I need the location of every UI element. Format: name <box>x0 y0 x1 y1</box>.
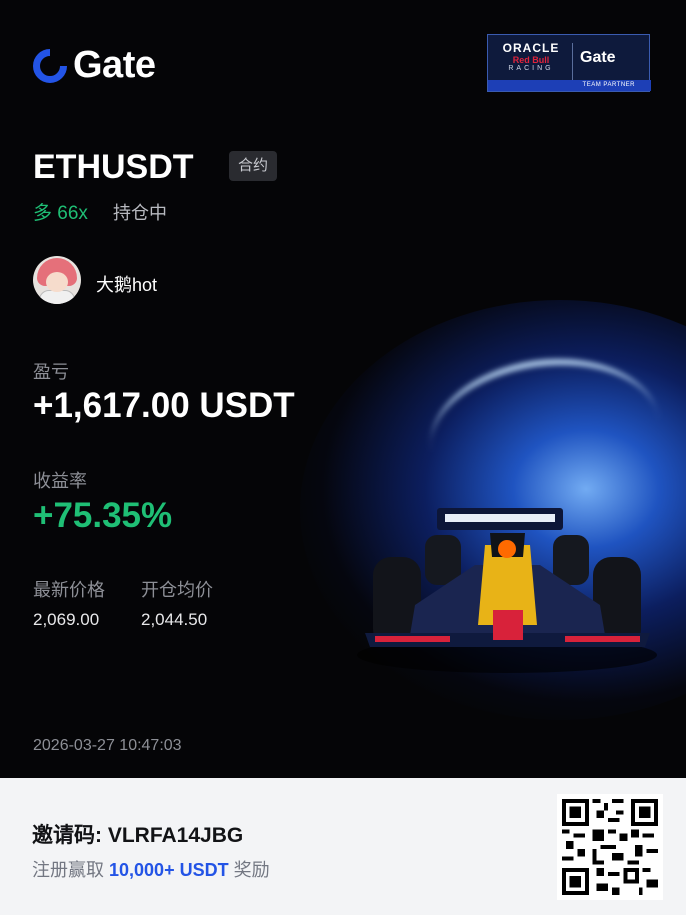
invite-code-line: 邀请码: VLRFA14JBG <box>32 819 243 849</box>
race-car-image <box>357 508 657 673</box>
qr-code-icon <box>562 799 658 895</box>
position-side-leverage: 多 66x <box>33 203 88 224</box>
timestamp: 2026-03-27 10:47:03 <box>33 737 182 754</box>
reward-prefix: 注册赢取 <box>32 860 110 880</box>
gate-logo-icon <box>33 48 67 83</box>
reward-suffix: 奖励 <box>228 860 270 880</box>
trading-pair: ETHUSDT <box>33 148 194 186</box>
contract-tag: 合约 <box>229 151 278 181</box>
partner-divider <box>572 43 573 81</box>
invite-footer: 邀请码: VLRFA14JBG 注册赢取 10,000+ USDT 奖励 <box>0 778 686 915</box>
qr-code[interactable] <box>557 794 663 900</box>
username: 大鹅hot <box>96 275 158 295</box>
partner-redbull-text: Red Bull <box>512 55 550 65</box>
roi-label: 收益率 <box>33 471 87 491</box>
invite-label: 邀请码: <box>32 824 108 847</box>
gate-logo-text: Gate <box>73 44 156 86</box>
partner-footer-text: TEAM PARTNER <box>488 80 651 91</box>
pnl-value: +1,617.00 USDT <box>33 386 295 425</box>
last-price-label: 最新价格 <box>33 580 105 600</box>
entry-price-value: 2,044.50 <box>141 610 208 629</box>
roi-value: +75.35% <box>33 496 173 535</box>
gate-logo: Gate <box>33 44 156 87</box>
partner-racing-text: RACING <box>508 65 554 72</box>
reward-line: 注册赢取 10,000+ USDT 奖励 <box>32 856 270 882</box>
partner-oracle-text: ORACLE <box>502 41 560 55</box>
reward-amount: 10,000+ USDT <box>109 860 229 880</box>
position-status: 持仓中 <box>113 203 167 223</box>
last-price-value: 2,069.00 <box>33 610 100 629</box>
share-card: Gate ORACLE Red Bull RACING Gate TEAM PA… <box>0 0 686 778</box>
entry-price-label: 开仓均价 <box>141 580 213 600</box>
partner-gate-text: Gate <box>580 49 616 66</box>
pnl-label: 盈亏 <box>33 362 69 382</box>
team-partner-badge: ORACLE Red Bull RACING Gate TEAM PARTNER <box>487 34 651 92</box>
invite-code[interactable]: VLRFA14JBG <box>108 824 243 847</box>
avatar <box>33 256 81 304</box>
